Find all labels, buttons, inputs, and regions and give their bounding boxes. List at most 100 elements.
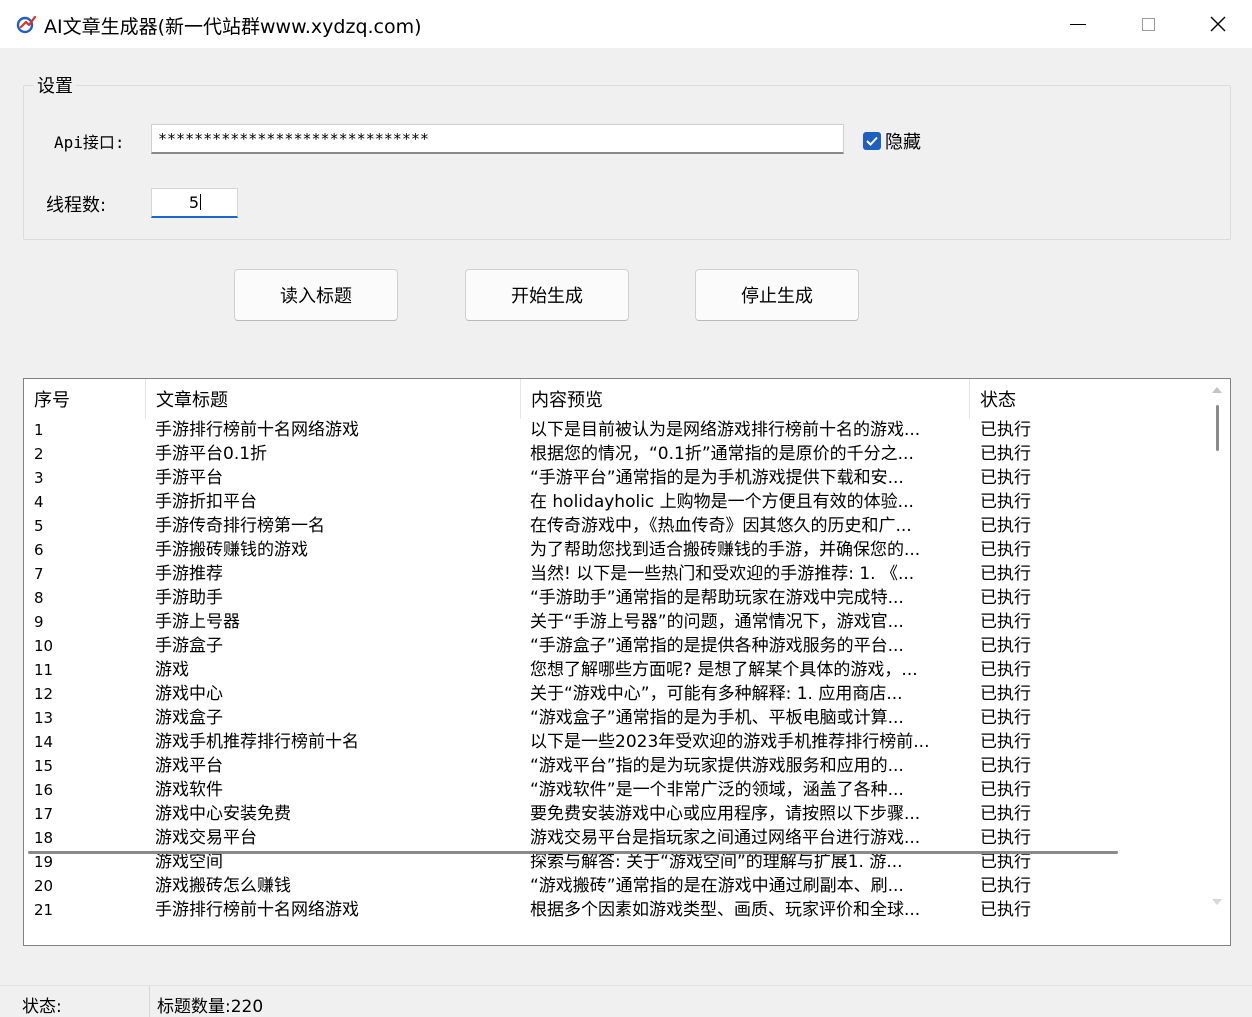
table-row[interactable]: 13 游戏盒子 “游戏盒子”通常指的是为手机、平板电脑或计算... 已执行 (24, 706, 1204, 730)
cell-title: 手游搬砖赚钱的游戏 (155, 540, 308, 560)
maximize-button[interactable] (1113, 0, 1183, 48)
checkbox-checked-icon[interactable] (863, 132, 881, 150)
cell-index: 9 (34, 613, 44, 631)
table-row[interactable]: 18 游戏交易平台 游戏交易平台是指玩家之间通过网络平台进行游戏... 已执行 (24, 826, 1204, 850)
table-row[interactable]: 5 手游传奇排行榜第一名 在传奇游戏中，《热血传奇》因其悠久的历史和广... 已执行 (24, 514, 1204, 538)
column-header-title[interactable]: 文章标题 (146, 379, 521, 419)
table-row[interactable]: 12 游戏中心 关于“游戏中心”，可能有多种解释: 1. 应用商店... 已执行 (24, 682, 1204, 706)
close-icon (1210, 16, 1226, 32)
cell-index: 16 (34, 781, 54, 799)
cell-title: 游戏 (155, 660, 189, 680)
cell-preview: 游戏交易平台是指玩家之间通过网络平台进行游戏... (530, 828, 921, 848)
cell-title: 游戏手机推荐排行榜前十名 (155, 732, 359, 752)
cell-index: 21 (34, 901, 54, 919)
cell-title: 游戏中心 (155, 684, 223, 704)
cell-title: 游戏中心安装免费 (155, 804, 291, 824)
cell-title: 游戏软件 (155, 780, 223, 800)
cell-index: 7 (34, 565, 44, 583)
cell-title: 手游平台 (155, 468, 223, 488)
start-generate-button[interactable]: 开始生成 (465, 269, 629, 321)
minimize-icon (1070, 23, 1086, 25)
maximize-icon (1141, 17, 1155, 31)
scroll-up-icon[interactable] (1212, 387, 1222, 393)
cell-status: 已执行 (980, 804, 1031, 824)
cell-title: 手游上号器 (155, 612, 240, 632)
article-list-table[interactable]: 序号 文章标题 内容预览 状态 1 手游排行榜前十名网络游戏 以下是目前被认为是网络… (23, 378, 1231, 946)
cell-status: 已执行 (980, 828, 1031, 848)
cell-title: 手游排行榜前十名网络游戏 (155, 420, 359, 440)
stop-generate-button[interactable]: 停止生成 (695, 269, 859, 321)
table-row[interactable]: 7 手游推荐 当然! 以下是一些热门和受欢迎的手游推荐: 1. 《... 已执行 (24, 562, 1204, 586)
api-key-input[interactable]: ****************************** (151, 124, 844, 154)
cell-index: 18 (34, 829, 54, 847)
table-row[interactable]: 20 游戏搬砖怎么赚钱 “游戏搬砖”通常指的是在游戏中通过刷副本、刷... 已执行 (24, 874, 1204, 898)
table-row[interactable]: 4 手游折扣平台 在 holidayholic 上购物是一个方便且有效的体验... 已… (24, 490, 1204, 514)
cell-status: 已执行 (980, 468, 1031, 488)
cell-preview: “游戏盒子”通常指的是为手机、平板电脑或计算... (530, 708, 904, 728)
api-label: Api接口: (54, 133, 125, 152)
settings-group-title: 设置 (34, 72, 76, 98)
cell-status: 已执行 (980, 516, 1031, 536)
cell-index: 15 (34, 757, 54, 775)
cell-preview: 当然! 以下是一些热门和受欢迎的手游推荐: 1. 《... (530, 564, 915, 584)
cell-index: 12 (34, 685, 54, 703)
table-row[interactable]: 9 手游上号器 关于“手游上号器”的问题，通常情况下，游戏官... 已执行 (24, 610, 1204, 634)
table-row[interactable]: 11 游戏 您想了解哪些方面呢? 是想了解某个具体的游戏，... 已执行 (24, 658, 1204, 682)
column-header-status[interactable]: 状态 (970, 379, 1204, 419)
thread-count-input[interactable]: 5 (151, 188, 238, 218)
cell-status: 已执行 (980, 684, 1031, 704)
cell-preview: 根据多个因素如游戏类型、画质、玩家评价和全球... (530, 900, 921, 920)
cell-title: 游戏交易平台 (155, 828, 257, 848)
cell-preview: “手游盒子”通常指的是提供各种游戏服务的平台... (530, 636, 904, 656)
cell-preview: 为了帮助您找到适合搬砖赚钱的手游，并确保您的... (530, 540, 921, 560)
cell-preview: 以下是目前被认为是网络游戏排行榜前十名的游戏... (530, 420, 921, 440)
cell-index: 6 (34, 541, 44, 559)
status-bar: 状态: 标题数量:220 (0, 985, 1252, 1017)
hide-checkbox-label: 隐藏 (885, 132, 921, 153)
vertical-scroll-thumb[interactable] (1216, 405, 1219, 451)
cell-preview: 关于“游戏中心”，可能有多种解释: 1. 应用商店... (530, 684, 903, 704)
column-header-index[interactable]: 序号 (24, 379, 146, 419)
cell-index: 2 (34, 445, 44, 463)
status-label: 状态: (22, 997, 62, 1017)
cell-status: 已执行 (980, 492, 1031, 512)
table-row[interactable]: 1 手游排行榜前十名网络游戏 以下是目前被认为是网络游戏排行榜前十名的游戏... 已执… (24, 418, 1204, 442)
cell-title: 游戏盒子 (155, 708, 223, 728)
table-row[interactable]: 6 手游搬砖赚钱的游戏 为了帮助您找到适合搬砖赚钱的手游，并确保您的... 已执行 (24, 538, 1204, 562)
table-row[interactable]: 14 游戏手机推荐排行榜前十名 以下是一些2023年受欢迎的游戏手机推荐排行榜前..… (24, 730, 1204, 754)
close-button[interactable] (1183, 0, 1252, 48)
table-row[interactable]: 8 手游助手 “手游助手”通常指的是帮助玩家在游戏中完成特... 已执行 (24, 586, 1204, 610)
cell-status: 已执行 (980, 876, 1031, 896)
cell-preview: “游戏平台”指的是为玩家提供游戏服务和应用的... (530, 756, 904, 776)
cell-preview: “游戏搬砖”通常指的是在游戏中通过刷副本、刷... (530, 876, 904, 896)
table-row[interactable]: 21 手游排行榜前十名网络游戏 根据多个因素如游戏类型、画质、玩家评价和全球... 已… (24, 898, 1204, 922)
scroll-down-icon[interactable] (1212, 899, 1222, 905)
cell-title: 手游排行榜前十名网络游戏 (155, 900, 359, 920)
cell-status: 已执行 (980, 708, 1031, 728)
column-header-preview[interactable]: 内容预览 (521, 379, 970, 419)
cell-preview: 以下是一些2023年受欢迎的游戏手机推荐排行榜前... (530, 732, 930, 752)
status-separator (149, 986, 150, 1017)
cell-preview: 在 holidayholic 上购物是一个方便且有效的体验... (530, 492, 914, 512)
table-row[interactable]: 10 手游盒子 “手游盒子”通常指的是提供各种游戏服务的平台... 已执行 (24, 634, 1204, 658)
table-row[interactable]: 17 游戏中心安装免费 要免费安装游戏中心或应用程序，请按照以下步骤... 已执行 (24, 802, 1204, 826)
table-row[interactable]: 16 游戏软件 “游戏软件”是一个非常广泛的领域，涵盖了各种... 已执行 (24, 778, 1204, 802)
cell-title: 手游传奇排行榜第一名 (155, 516, 325, 536)
cell-preview: 您想了解哪些方面呢? 是想了解某个具体的游戏，... (530, 660, 918, 680)
table-row[interactable]: 15 游戏平台 “游戏平台”指的是为玩家提供游戏服务和应用的... 已执行 (24, 754, 1204, 778)
cell-index: 5 (34, 517, 44, 535)
read-titles-button[interactable]: 读入标题 (234, 269, 398, 321)
minimize-button[interactable] (1043, 0, 1113, 48)
cell-preview: 要免费安装游戏中心或应用程序，请按照以下步骤... (530, 804, 921, 824)
hide-checkbox[interactable]: 隐藏 (863, 128, 921, 154)
table-row[interactable]: 3 手游平台 “手游平台”通常指的是为手机游戏提供下载和安... 已执行 (24, 466, 1204, 490)
cell-index: 13 (34, 709, 54, 727)
cell-status: 已执行 (980, 540, 1031, 560)
cell-index: 20 (34, 877, 54, 895)
table-row[interactable]: 2 手游平台0.1折 根据您的情况，“0.1折”通常指的是原价的千分之... 已执行 (24, 442, 1204, 466)
title-bar[interactable]: AI文章生成器(新一代站群www.xydzq.com) (0, 0, 1252, 48)
cell-preview: 在传奇游戏中，《热血传奇》因其悠久的历史和广... (530, 516, 912, 536)
cell-preview: “游戏软件”是一个非常广泛的领域，涵盖了各种... (530, 780, 904, 800)
horizontal-scroll-thumb[interactable] (28, 851, 1118, 854)
vertical-scrollbar[interactable] (1204, 379, 1230, 945)
